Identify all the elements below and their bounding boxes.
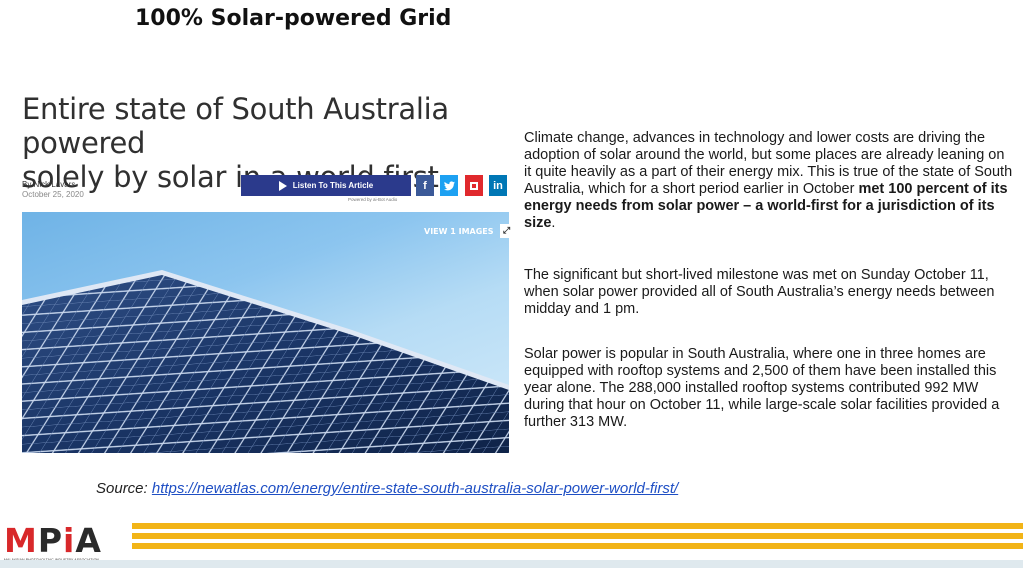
linkedin-share-button[interactable]: in	[489, 175, 507, 196]
expand-icon: ⤢	[499, 224, 514, 238]
body-paragraph-2: The significant but short-lived mileston…	[524, 267, 995, 317]
listen-to-article-button[interactable]: Listen To This Article	[241, 175, 411, 196]
twitter-icon	[443, 180, 455, 190]
author-name[interactable]: By Nick Lavars	[22, 180, 84, 190]
publish-date: October 25, 2020	[22, 190, 84, 199]
source-label: Source:	[96, 480, 152, 497]
solar-panels-illustration	[22, 270, 509, 453]
bottom-band	[0, 560, 1023, 568]
paragraph-1-end: .	[551, 215, 556, 231]
stripe	[132, 533, 1023, 539]
logo-letter-i: i	[63, 521, 76, 560]
twitter-share-button[interactable]	[440, 175, 458, 196]
linkedin-icon: in	[493, 179, 503, 192]
logo-letter-m: M	[4, 521, 38, 560]
footer-stripes	[132, 523, 1023, 553]
slide-title: 100% Solar-powered Grid	[135, 6, 452, 31]
play-icon	[278, 180, 287, 191]
listen-label: Listen To This Article	[292, 181, 374, 190]
logo-wordmark: M P i A	[4, 524, 102, 557]
source-link[interactable]: https://newatlas.com/energy/entire-state…	[152, 480, 678, 497]
mpia-logo: M P i A MALAYSIAN PHOTOVOLTAIC INDUSTRY …	[4, 524, 102, 562]
byline: By Nick Lavars October 25, 2020	[22, 180, 84, 200]
flipboard-share-button[interactable]	[465, 175, 483, 196]
stripe	[132, 523, 1023, 529]
view-images-button[interactable]: VIEW 1 IMAGES ⤢	[424, 220, 514, 242]
solar-panels-photo[interactable]	[22, 212, 509, 453]
facebook-share-button[interactable]: f	[416, 175, 434, 196]
body-paragraph-1: Climate change, advances in technology a…	[524, 130, 1014, 232]
view-images-label: VIEW 1 IMAGES	[424, 226, 494, 236]
body-paragraph-3: Solar power is popular in South Australi…	[524, 346, 1000, 430]
powered-by-text: Powered by ai-Bot Audio	[348, 197, 398, 202]
logo-letter-p: P	[37, 521, 64, 560]
facebook-icon: f	[423, 179, 427, 192]
headline-line-1: Entire state of South Australia powered	[22, 92, 449, 160]
logo-letter-a: A	[75, 521, 102, 560]
stripe	[132, 543, 1023, 549]
source-citation: Source: https://newatlas.com/energy/enti…	[96, 480, 678, 497]
flipboard-icon	[470, 181, 478, 190]
